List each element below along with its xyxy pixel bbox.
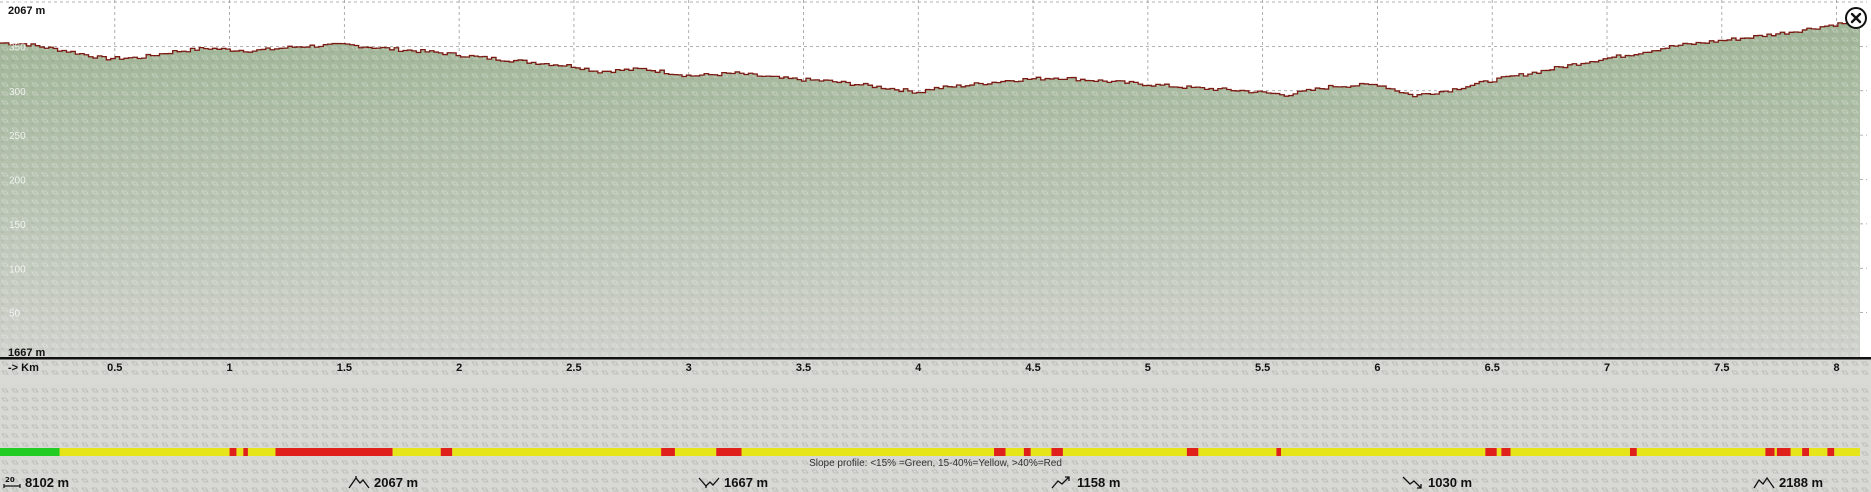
slope-segment xyxy=(1062,448,1187,456)
y-tick-label: 150 xyxy=(9,220,26,231)
slope-segment xyxy=(1198,448,1277,456)
x-tick-label: 2 xyxy=(456,362,462,374)
slope-segment xyxy=(1005,448,1024,456)
ascent-stat: 1158 m xyxy=(1051,473,1120,491)
slope-segment xyxy=(1496,448,1502,456)
axis-line xyxy=(0,357,1871,360)
slope-segment xyxy=(661,448,675,456)
slope-segment xyxy=(236,448,244,456)
y-tick-label: 250 xyxy=(9,131,26,142)
slope-segment xyxy=(1281,448,1486,456)
distance-value: 8102 m xyxy=(25,474,70,490)
slope-segment xyxy=(440,448,453,456)
slope-segment xyxy=(247,448,276,456)
close-icon xyxy=(1850,12,1862,24)
x-tick-label: 4 xyxy=(915,362,922,374)
slope-segment xyxy=(1765,448,1775,456)
close-button[interactable] xyxy=(1845,7,1867,29)
y-tick-label: 100 xyxy=(9,264,26,275)
slope-segment xyxy=(716,448,742,456)
ascent-value: 1158 m xyxy=(1077,474,1121,490)
x-tick-label: 7.5 xyxy=(1714,362,1729,374)
x-tick-label: 3.5 xyxy=(796,362,811,374)
slope-segment xyxy=(1802,448,1810,456)
x-tick-label: 5 xyxy=(1145,362,1151,374)
descent-stat: 1030 m xyxy=(1402,473,1472,491)
slope-segment xyxy=(1776,448,1791,456)
max-altitude-stat: 2067 m xyxy=(348,473,418,491)
x-tick-label: 4.5 xyxy=(1025,362,1040,374)
slope-segment xyxy=(1790,448,1803,456)
x-tick-label: 3 xyxy=(686,362,692,374)
axis-unit-label: -> Km xyxy=(8,362,39,374)
descent-icon xyxy=(1402,476,1422,489)
slope-segment xyxy=(1030,448,1052,456)
x-tick-label: 6.5 xyxy=(1485,362,1500,374)
x-tick-label: 1.5 xyxy=(337,362,352,374)
x-tick-label: 7 xyxy=(1604,362,1610,374)
end-altitude-stat: 2188 m xyxy=(1753,473,1823,491)
slope-segment xyxy=(1485,448,1497,456)
slope-segment xyxy=(1636,448,1766,456)
x-tick-label: 6 xyxy=(1374,362,1380,374)
slope-segment xyxy=(0,448,60,456)
min-elevation-label: 1667 m xyxy=(8,347,46,359)
slope-segment xyxy=(59,448,230,456)
slope-segment xyxy=(1510,448,1630,456)
slope-segment xyxy=(1827,448,1835,456)
slope-segment xyxy=(1774,448,1777,456)
mountain-peak-icon xyxy=(348,476,370,489)
ascent-icon xyxy=(1051,476,1070,489)
x-tick-label: 1 xyxy=(227,362,233,374)
slope-segment xyxy=(674,448,717,456)
slope-segment xyxy=(452,448,662,456)
slope-segment xyxy=(275,448,393,456)
slope-segment xyxy=(1276,448,1282,456)
axis-band xyxy=(0,359,1871,376)
y-tick-label: 50 xyxy=(9,309,21,320)
x-tick-label: 8 xyxy=(1834,362,1840,374)
slope-segment xyxy=(1629,448,1637,456)
descent-value: 1030 m xyxy=(1428,474,1473,490)
elevation-profile-panel: 50 100 150 200 250 300 350 400 0.5 1 1.5 2 2.5 3 3.5 4… xyxy=(0,0,1871,492)
slope-segment xyxy=(994,448,1006,456)
min-altitude-value: 1667 m xyxy=(724,474,769,490)
min-altitude-stat: 1667 m xyxy=(698,473,768,491)
end-altitude-icon xyxy=(1753,476,1775,489)
max-altitude-value: 2067 m xyxy=(374,474,419,490)
y-tick-label: 200 xyxy=(9,176,26,187)
stats-band xyxy=(0,384,1871,492)
valley-icon xyxy=(698,477,720,488)
max-elevation-label: 2067 m xyxy=(8,5,46,17)
slope-segment xyxy=(229,448,237,456)
x-tick-label: 2.5 xyxy=(566,362,581,374)
x-tick-label: 0.5 xyxy=(107,362,122,374)
y-tick-label: 350 xyxy=(9,42,26,53)
slope-segment xyxy=(1834,448,1860,456)
slope-segment xyxy=(1051,448,1063,456)
slope-segment xyxy=(1809,448,1828,456)
end-altitude-value: 2188 m xyxy=(1779,474,1824,490)
slope-segment xyxy=(243,448,248,456)
svg-text:20: 20 xyxy=(5,476,15,484)
slope-segment xyxy=(1023,448,1031,456)
slope-segment xyxy=(1501,448,1511,456)
elevation-chart: 50100150200250300350400 0.5 1 1.5 2 2.5 3 3.5 4… xyxy=(0,0,1871,492)
x-tick-label: 5.5 xyxy=(1255,362,1270,374)
y-tick-label: 300 xyxy=(9,87,26,98)
slope-segment xyxy=(392,448,441,456)
distance-stat: 20 8102 m xyxy=(3,473,69,491)
slope-segment xyxy=(741,448,995,456)
distance-icon: 20 xyxy=(3,476,21,488)
slope-segment xyxy=(1186,448,1199,456)
